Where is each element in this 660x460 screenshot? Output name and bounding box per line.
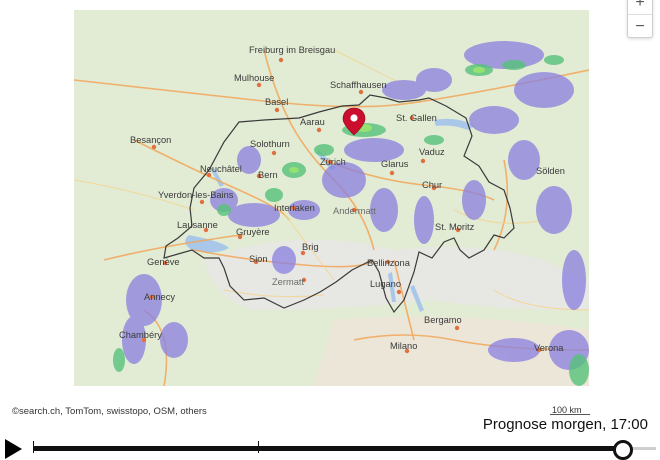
play-icon[interactable] [5, 439, 22, 459]
city-label: Lausanne [177, 220, 218, 230]
zoom-control: + − [627, 0, 653, 38]
city-label: Chur [422, 180, 442, 190]
city-label: Aarau [300, 117, 325, 127]
city-label: Besançon [130, 135, 171, 145]
city-label: Lugano [370, 279, 401, 289]
city-label: Yverdon-les-Bains [158, 190, 234, 200]
zoom-in-button[interactable]: + [628, 0, 652, 14]
scale-bar [550, 414, 590, 415]
city-label: Freiburg im Breisgau [249, 45, 335, 55]
timeline-tick [258, 441, 259, 453]
city-label: Verona [534, 343, 564, 353]
city-label: Neuchâtel [200, 164, 242, 174]
city-label: Zürich [320, 157, 346, 167]
city-label: Vaduz [419, 147, 445, 157]
city-label: Schaffhausen [330, 80, 387, 90]
map-attribution: ©search.ch, TomTom, swisstopo, OSM, othe… [12, 406, 207, 417]
city-label: St. Gallen [396, 113, 437, 123]
timeline-handle[interactable] [613, 440, 633, 460]
city-label: St. Moritz [435, 222, 475, 232]
city-label: Andermatt [333, 206, 376, 216]
city-label: Sölden [536, 166, 565, 176]
city-label: Annecy [144, 292, 175, 302]
forecast-time-label: Prognose morgen, 17:00 [482, 416, 648, 433]
weather-map[interactable]: Freiburg im Breisgau Mulhouse Basel Scha… [74, 10, 589, 386]
city-label: Bern [258, 170, 278, 180]
zoom-out-button[interactable]: − [628, 14, 652, 38]
city-label: Genève [147, 257, 180, 267]
city-label: Brig [302, 242, 319, 252]
city-label: Solothurn [250, 139, 290, 149]
city-label: Zermatt [272, 277, 304, 287]
timeline-tick [33, 441, 34, 453]
city-label: Basel [265, 97, 288, 107]
city-label: Mulhouse [234, 73, 274, 83]
city-label: Sion [249, 254, 268, 264]
timeline-track[interactable] [33, 446, 623, 451]
city-label: Interlaken [274, 203, 315, 213]
city-label: Bergamo [424, 315, 462, 325]
city-label: Gruyère [236, 227, 270, 237]
city-label: Milano [390, 341, 417, 351]
city-label: Bellinzona [367, 258, 411, 268]
city-label: Chambéry [119, 330, 162, 340]
city-label: Glarus [381, 159, 409, 169]
